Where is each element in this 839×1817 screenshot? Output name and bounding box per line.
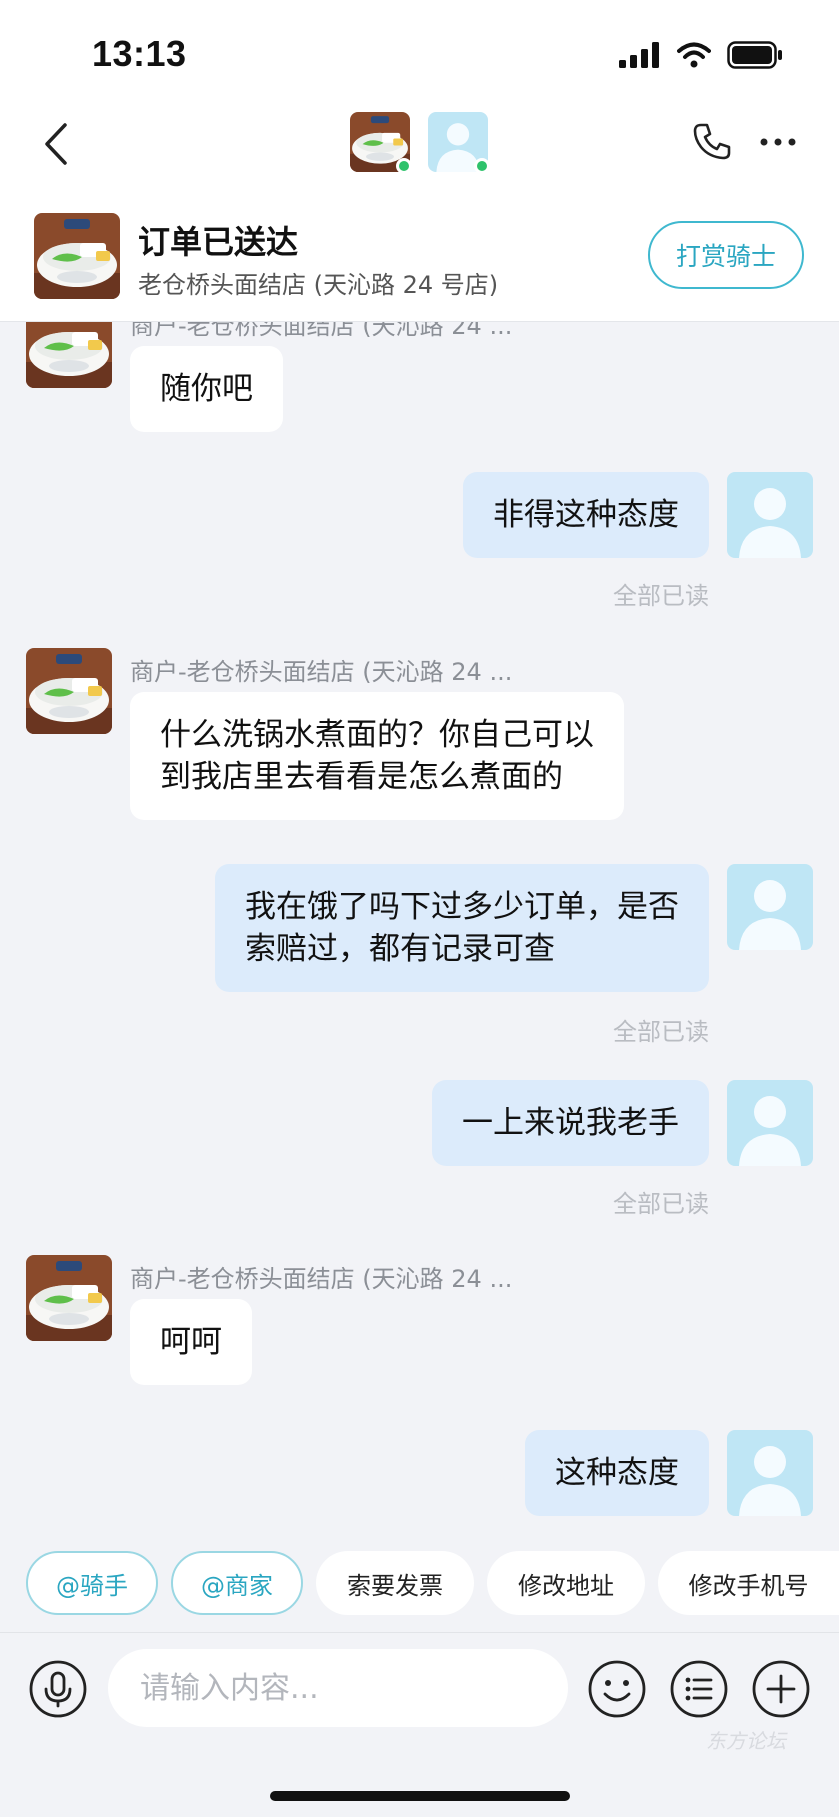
call-button[interactable]: [690, 120, 734, 164]
order-status-title: 订单已送达: [138, 223, 299, 261]
change-address-chip[interactable]: 修改地址: [487, 1551, 645, 1615]
change-phone-chip[interactable]: 修改手机号: [658, 1551, 839, 1615]
order-status-bar[interactable]: 订单已送达 老仓桥头面结店 (天沁路 24 号店) 打赏骑士: [0, 205, 839, 305]
message-text: 我在饿了吗下过多少订单，是否: [245, 889, 679, 925]
input-bar: 东方论坛: [0, 1632, 839, 1817]
quick-menu-button[interactable]: [668, 1658, 730, 1720]
rider-online-dot: [474, 158, 490, 174]
home-indicator: [270, 1791, 570, 1801]
signal-icon: [619, 42, 659, 68]
battery-icon: [727, 41, 782, 69]
read-receipt: 全部已读: [613, 1190, 709, 1218]
microphone-icon: [29, 1660, 87, 1718]
voice-button[interactable]: [27, 1658, 89, 1720]
message-text: 到我店里去看看是怎么煮面的: [160, 759, 563, 795]
mention-rider-chip[interactable]: @骑手: [26, 1551, 158, 1615]
more-icon: [760, 138, 796, 146]
mention-merchant-chip[interactable]: @商家: [171, 1551, 303, 1615]
outgoing-bubble[interactable]: 我在饿了吗下过多少订单，是否 索赔过，都有记录可查: [215, 864, 709, 992]
emoji-button[interactable]: [586, 1658, 648, 1720]
list-icon: [670, 1660, 728, 1718]
back-button[interactable]: [36, 118, 76, 170]
quick-actions: @骑手 @商家 索要发票 修改地址 修改手机号: [0, 1547, 839, 1627]
sender-name: 商户-老仓桥头面结店 (天沁路 24 ...: [130, 322, 513, 340]
incoming-bubble[interactable]: 什么洗锅水煮面的？你自己可以 到我店里去看看是怎么煮面的: [130, 692, 624, 820]
incoming-bubble[interactable]: 随你吧: [130, 346, 283, 432]
read-receipt: 全部已读: [613, 582, 709, 610]
sender-name: 商户-老仓桥头面结店 (天沁路 24 ...: [130, 658, 513, 686]
message-input[interactable]: [108, 1649, 568, 1727]
outgoing-bubble[interactable]: 这种态度: [525, 1430, 709, 1516]
message-text: 什么洗锅水煮面的？你自己可以: [160, 717, 594, 753]
incoming-bubble[interactable]: 呵呵: [130, 1299, 252, 1385]
more-button[interactable]: [758, 130, 798, 154]
message-text: 索赔过，都有记录可查: [245, 931, 555, 967]
message-text: 非得这种态度: [493, 497, 679, 533]
more-actions-button[interactable]: [750, 1658, 812, 1720]
order-shop-name: 老仓桥头面结店 (天沁路 24 号店): [138, 271, 499, 299]
phone-icon: [693, 123, 731, 160]
plus-icon: [752, 1660, 810, 1718]
message-text: 这种态度: [555, 1455, 679, 1491]
request-invoice-chip[interactable]: 索要发票: [316, 1551, 474, 1615]
shop-avatar[interactable]: [26, 648, 112, 734]
watermark: 东方论坛: [706, 1729, 786, 1753]
message-text: 呵呵: [160, 1324, 222, 1360]
user-avatar[interactable]: [727, 472, 813, 558]
status-time: 13:13: [92, 33, 187, 74]
sender-name: 商户-老仓桥头面结店 (天沁路 24 ...: [130, 1265, 513, 1293]
outgoing-bubble[interactable]: 一上来说我老手: [432, 1080, 709, 1166]
outgoing-bubble[interactable]: 非得这种态度: [463, 472, 709, 558]
message-text: 随你吧: [160, 371, 253, 407]
shop-avatar[interactable]: [26, 322, 112, 388]
top-bar: 13:13 订单已送达 老仓桥头面结店 (天沁路 24 号店) 打赏骑士: [0, 0, 839, 322]
user-avatar[interactable]: [727, 1430, 813, 1516]
status-icons: [619, 40, 783, 70]
wifi-icon: [677, 42, 711, 68]
shop-online-dot: [396, 158, 412, 174]
user-avatar[interactable]: [727, 864, 813, 950]
tip-rider-button[interactable]: 打赏骑士: [648, 221, 804, 289]
read-receipt: 全部已读: [613, 1018, 709, 1046]
order-thumbnail: [34, 213, 120, 299]
chevron-left-icon: [45, 123, 67, 165]
user-avatar[interactable]: [727, 1080, 813, 1166]
emoji-icon: [588, 1660, 646, 1718]
message-text: 一上来说我老手: [462, 1105, 679, 1141]
shop-avatar[interactable]: [26, 1255, 112, 1341]
chat-messages[interactable]: 商户-老仓桥头面结店 (天沁路 24 ... 随你吧 非得这种态度 全部已读 商…: [0, 322, 839, 1547]
conversation-avatars: [350, 112, 490, 176]
